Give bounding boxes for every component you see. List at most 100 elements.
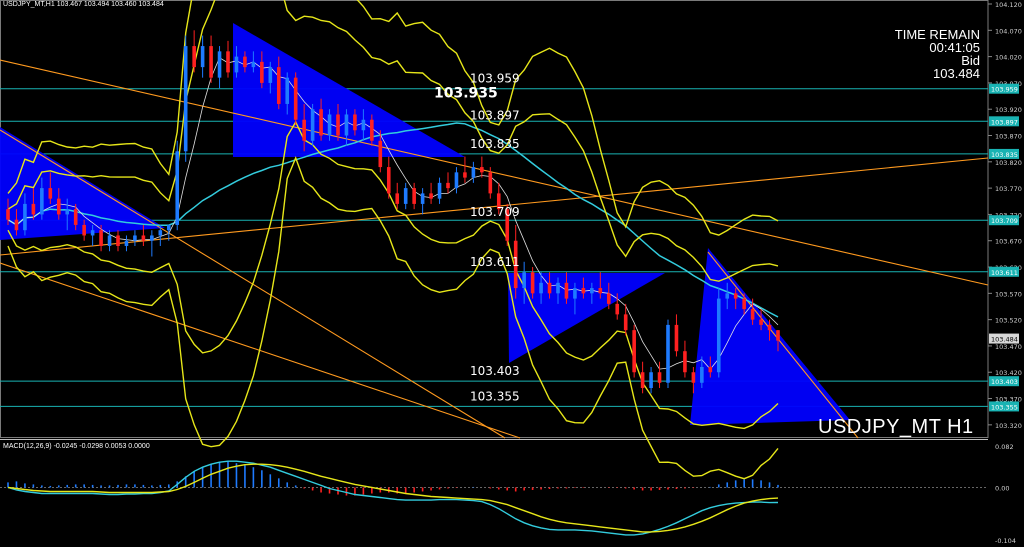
price-axis-label: 103.420 (995, 369, 1022, 377)
bear-candle (632, 330, 636, 373)
bull-candle (107, 235, 112, 246)
bull-candle (268, 67, 273, 83)
bear-candle (640, 372, 645, 389)
bear-candle (708, 366, 713, 373)
chart-header: USDJPY_MT,H1 103.467 103.494 103.460 103… (3, 1, 164, 8)
bear-candle (683, 351, 687, 373)
macd-axis-label: 0.00 (995, 484, 1009, 492)
price-axis-label: 103.920 (995, 106, 1022, 114)
bull-candle (327, 114, 332, 136)
price-tag-label: 103.611 (991, 269, 1018, 277)
macd-axis-label: 0.082 (995, 443, 1014, 451)
bear-candle (395, 193, 400, 204)
bear-candle (581, 288, 586, 294)
bull-candle (454, 172, 459, 189)
price-tag-label: 103.355 (991, 403, 1018, 411)
bull-candle (65, 209, 70, 215)
bear-candle (547, 282, 552, 294)
bull-candle (590, 288, 594, 294)
bull-candle (649, 372, 653, 389)
bear-candle (116, 235, 120, 246)
bull-candle (310, 109, 315, 141)
price-axis-label: 103.670 (995, 238, 1022, 246)
bull-candle (175, 151, 180, 225)
price-axis-label: 103.520 (995, 317, 1022, 325)
price-axis-label: 103.470 (995, 343, 1022, 351)
bear-candle (530, 272, 535, 294)
bear-candle (691, 372, 696, 383)
bear-candle (56, 198, 61, 215)
bear-candle (750, 309, 755, 320)
bull-candle (716, 298, 721, 373)
bear-candle (606, 293, 611, 304)
price-tag-label: 103.484 (991, 336, 1018, 344)
bear-candle (243, 56, 247, 68)
bull-candle (251, 61, 256, 68)
bear-candle (674, 324, 679, 352)
info-box: TIME REMAIN 00:41:05 Bid 103.484 (895, 28, 980, 80)
bull-candle (361, 119, 366, 131)
macd-axis-label: -0.104 (995, 537, 1016, 543)
bear-candle (141, 235, 146, 241)
bull-candle (166, 224, 171, 231)
bull-candle (522, 272, 526, 289)
price-axis-label: 103.820 (995, 159, 1022, 167)
macd-label: MACD(12,26,9) -0.0245 -0.0298 0.0053 0.0… (3, 443, 150, 450)
price-tag-label: 103.709 (991, 217, 1018, 225)
bear-candle (6, 209, 10, 220)
level-price-label: 103.709 (470, 205, 520, 219)
bear-candle (82, 224, 86, 236)
bear-candle (386, 167, 391, 194)
bear-candle (657, 372, 662, 383)
bull-candle (90, 230, 95, 236)
bear-candle (463, 172, 467, 178)
bull-candle (539, 282, 543, 294)
bull-candle (158, 230, 163, 236)
bear-candle (759, 319, 763, 325)
bull-candle (556, 282, 560, 294)
bull-candle (403, 188, 408, 204)
bear-candle (776, 330, 780, 341)
symbol-timeframe: USDJPY_MT,H1 (3, 1, 55, 8)
bull-candle (23, 203, 27, 231)
bear-candle (598, 288, 603, 294)
price-tag-label: 103.835 (991, 151, 1018, 159)
bear-candle (378, 140, 383, 168)
bull-candle (437, 182, 442, 199)
bear-candle (14, 219, 19, 231)
bear-candle (615, 303, 620, 315)
bull-candle (40, 188, 44, 215)
bear-candle (488, 172, 493, 194)
bear-candle (353, 114, 357, 131)
bull-candle (666, 324, 670, 383)
price-axis-label: 103.870 (995, 133, 1022, 141)
price-tag-label: 103.959 (991, 86, 1018, 94)
price-axis-label: 104.120 (995, 1, 1022, 9)
price-tag-label: 103.403 (991, 378, 1018, 386)
bull-candle (471, 167, 476, 178)
bull-candle (124, 240, 129, 246)
bear-candle (192, 46, 196, 68)
bull-candle (217, 51, 222, 78)
bear-candle (742, 298, 746, 310)
chart-canvas: 103.959103.935103.897103.835103.709103.6… (0, 0, 1024, 545)
bear-candle (429, 193, 433, 199)
bear-candle (73, 209, 78, 225)
bear-candle (370, 119, 374, 141)
bear-candle (276, 67, 281, 104)
bear-candle (412, 188, 416, 204)
bear-candle (302, 119, 306, 141)
bear-candle (48, 188, 53, 199)
level-price-label: 103.959 (470, 72, 520, 86)
level-price-label: 103.835 (470, 137, 520, 151)
bear-candle (209, 46, 213, 78)
bear-candle (319, 109, 323, 136)
bull-candle (150, 235, 154, 241)
bear-candle (293, 77, 298, 120)
bear-candle (31, 203, 36, 215)
bear-candle (564, 282, 569, 299)
price-axis-label: 103.770 (995, 185, 1022, 193)
bull-candle (700, 366, 704, 383)
bull-candle (725, 293, 730, 299)
bear-candle (733, 293, 738, 299)
